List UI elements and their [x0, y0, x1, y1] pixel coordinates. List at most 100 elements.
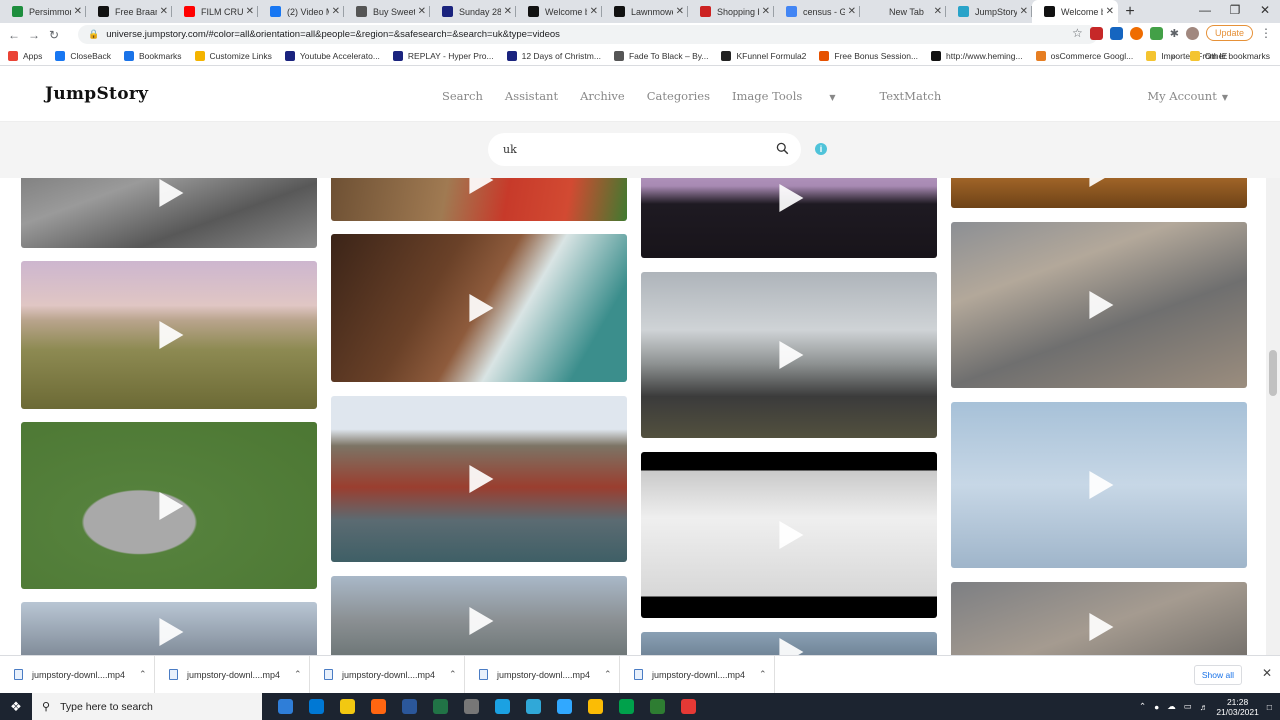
- browser-tab[interactable]: Lawnmowe ✕: [602, 0, 688, 23]
- bookmark-item[interactable]: REPLAY - Hyper Pro...: [392, 50, 494, 61]
- play-icon[interactable]: [1089, 291, 1114, 319]
- minimize-icon[interactable]: —: [1190, 0, 1220, 23]
- play-icon[interactable]: [779, 521, 804, 549]
- video-thumbnail[interactable]: [21, 422, 317, 589]
- extension-green-icon[interactable]: [1149, 26, 1163, 40]
- browser-tab[interactable]: Welcome b ✕: [516, 0, 602, 23]
- other-bookmarks[interactable]: Other bookmarks: [1189, 50, 1270, 61]
- close-tab-icon[interactable]: ✕: [590, 6, 598, 17]
- taskbar-app-icon[interactable]: [425, 693, 456, 720]
- taskbar-search[interactable]: ⚲ Type here to search: [32, 693, 262, 720]
- close-tab-icon[interactable]: ✕: [332, 6, 340, 17]
- browser-tab[interactable]: (2) Video M✕: [258, 0, 344, 23]
- browser-tab[interactable]: Shopping b ✕: [688, 0, 774, 23]
- taskbar-app-icon[interactable]: [394, 693, 425, 720]
- video-thumbnail[interactable]: [331, 178, 627, 221]
- chevron-up-icon[interactable]: ⌃: [604, 669, 612, 680]
- video-thumbnail[interactable]: [951, 582, 1247, 655]
- windows-start-icon[interactable]: ❖: [0, 699, 32, 715]
- tray-chevron-icon[interactable]: ⌃: [1139, 701, 1146, 712]
- menu-icon[interactable]: ⋮: [1260, 26, 1272, 40]
- bookmark-item[interactable]: osCommerce Googl...: [1035, 50, 1133, 61]
- chevron-up-icon[interactable]: ⌃: [449, 669, 457, 680]
- download-item[interactable]: jumpstory-downl....mp4 ⌃: [310, 655, 465, 694]
- download-item[interactable]: jumpstory-downl....mp4 ⌃: [155, 655, 310, 694]
- forward-icon[interactable]: →: [24, 28, 44, 42]
- chevron-up-icon[interactable]: ⌃: [759, 669, 767, 680]
- play-icon[interactable]: [779, 184, 804, 212]
- info-icon[interactable]: i: [815, 143, 827, 155]
- jumpstory-logo[interactable]: JumpStory: [45, 84, 148, 104]
- play-icon[interactable]: [469, 178, 494, 194]
- search-icon[interactable]: [776, 142, 789, 155]
- video-thumbnail[interactable]: [641, 178, 937, 258]
- puzzle-icon[interactable]: ✱: [1170, 27, 1179, 40]
- close-tab-icon[interactable]: ✕: [160, 6, 168, 17]
- taskbar-app-icon[interactable]: [642, 693, 673, 720]
- video-thumbnail[interactable]: [641, 452, 937, 618]
- close-tab-icon[interactable]: ✕: [1106, 6, 1114, 17]
- notifications-icon[interactable]: □: [1267, 702, 1272, 712]
- download-item[interactable]: jumpstory-downl....mp4 ⌃: [620, 655, 775, 694]
- play-icon[interactable]: [159, 618, 184, 646]
- scrollbar-thumb[interactable]: [1269, 350, 1277, 396]
- video-thumbnail[interactable]: [21, 602, 317, 655]
- nav-search[interactable]: Search: [442, 89, 483, 103]
- video-thumbnail[interactable]: [21, 178, 317, 248]
- bookmark-item[interactable]: 12 Days of Christm...: [506, 50, 601, 61]
- browser-tab[interactable]: New Tab ✕: [860, 0, 946, 23]
- bookmark-item[interactable]: KFunnel Formula2: [721, 50, 806, 61]
- nav-assistant[interactable]: Assistant: [505, 89, 558, 103]
- bookmark-item[interactable]: CloseBack: [55, 50, 111, 61]
- video-thumbnail[interactable]: [21, 261, 317, 409]
- browser-tab[interactable]: Sunday 28th✕: [430, 0, 516, 23]
- nav-image-tools[interactable]: Image Tools ▼: [732, 89, 858, 103]
- extension-blue-icon[interactable]: [1109, 26, 1123, 40]
- taskbar-app-icon[interactable]: [611, 693, 642, 720]
- bookmark-item[interactable]: Fade To Black – By...: [613, 50, 708, 61]
- play-icon[interactable]: [159, 491, 184, 520]
- close-tab-icon[interactable]: ✕: [1020, 6, 1028, 17]
- my-account-menu[interactable]: My Account ▼: [1147, 89, 1228, 103]
- browser-tab[interactable]: FILM CRUX✕: [172, 0, 258, 23]
- close-tab-icon[interactable]: ✕: [504, 6, 512, 17]
- search-input[interactable]: uk: [488, 133, 801, 166]
- close-window-icon[interactable]: ✕: [1250, 0, 1280, 23]
- taskbar-app-icon[interactable]: [363, 693, 394, 720]
- back-icon[interactable]: ←: [4, 28, 24, 42]
- play-icon[interactable]: [469, 294, 494, 322]
- extension-red-icon[interactable]: [1089, 26, 1103, 40]
- play-icon[interactable]: [779, 638, 804, 655]
- mic-icon[interactable]: ●: [1154, 702, 1159, 712]
- show-all-button[interactable]: Show all: [1193, 665, 1242, 685]
- browser-tab[interactable]: census - Go✕: [774, 0, 860, 23]
- taskbar-app-icon[interactable]: [518, 693, 549, 720]
- browser-tab[interactable]: Free Braam✕: [86, 0, 172, 23]
- cloud-icon[interactable]: ☁: [1167, 701, 1176, 712]
- extension-orange-icon[interactable]: [1129, 26, 1143, 40]
- bookmark-item[interactable]: http://www.heming...: [931, 50, 1023, 61]
- download-item[interactable]: jumpstory-downl....mp4 ⌃: [465, 655, 620, 694]
- taskbar-app-icon[interactable]: [456, 693, 487, 720]
- video-thumbnail[interactable]: [331, 234, 627, 382]
- update-button[interactable]: Update: [1205, 25, 1253, 41]
- play-icon[interactable]: [469, 465, 494, 493]
- play-icon[interactable]: [159, 179, 184, 207]
- close-tab-icon[interactable]: ✕: [418, 6, 426, 17]
- chevron-up-icon[interactable]: ⌃: [294, 669, 302, 680]
- taskbar-app-icon[interactable]: [332, 693, 363, 720]
- bookmark-item[interactable]: Bookmarks: [124, 50, 182, 61]
- bookmarks-overflow-icon[interactable]: »: [1171, 51, 1176, 61]
- close-tab-icon[interactable]: ✕: [246, 6, 254, 17]
- page-scrollbar[interactable]: [1266, 178, 1280, 655]
- address-bar[interactable]: 🔒 universe.jumpstory.com/#color=all&orie…: [78, 25, 1098, 44]
- star-icon[interactable]: ☆: [1072, 26, 1083, 40]
- close-tab-icon[interactable]: ✕: [74, 6, 82, 17]
- taskbar-app-icon[interactable]: [270, 693, 301, 720]
- browser-tab[interactable]: Welcome b ✕: [1032, 0, 1118, 23]
- close-tab-icon[interactable]: ✕: [676, 6, 684, 17]
- close-tab-icon[interactable]: ✕: [934, 6, 942, 17]
- bookmark-item[interactable]: Apps: [8, 50, 42, 61]
- new-tab-button[interactable]: +: [1118, 0, 1142, 23]
- browser-tab[interactable]: Persimmon ✕: [0, 0, 86, 23]
